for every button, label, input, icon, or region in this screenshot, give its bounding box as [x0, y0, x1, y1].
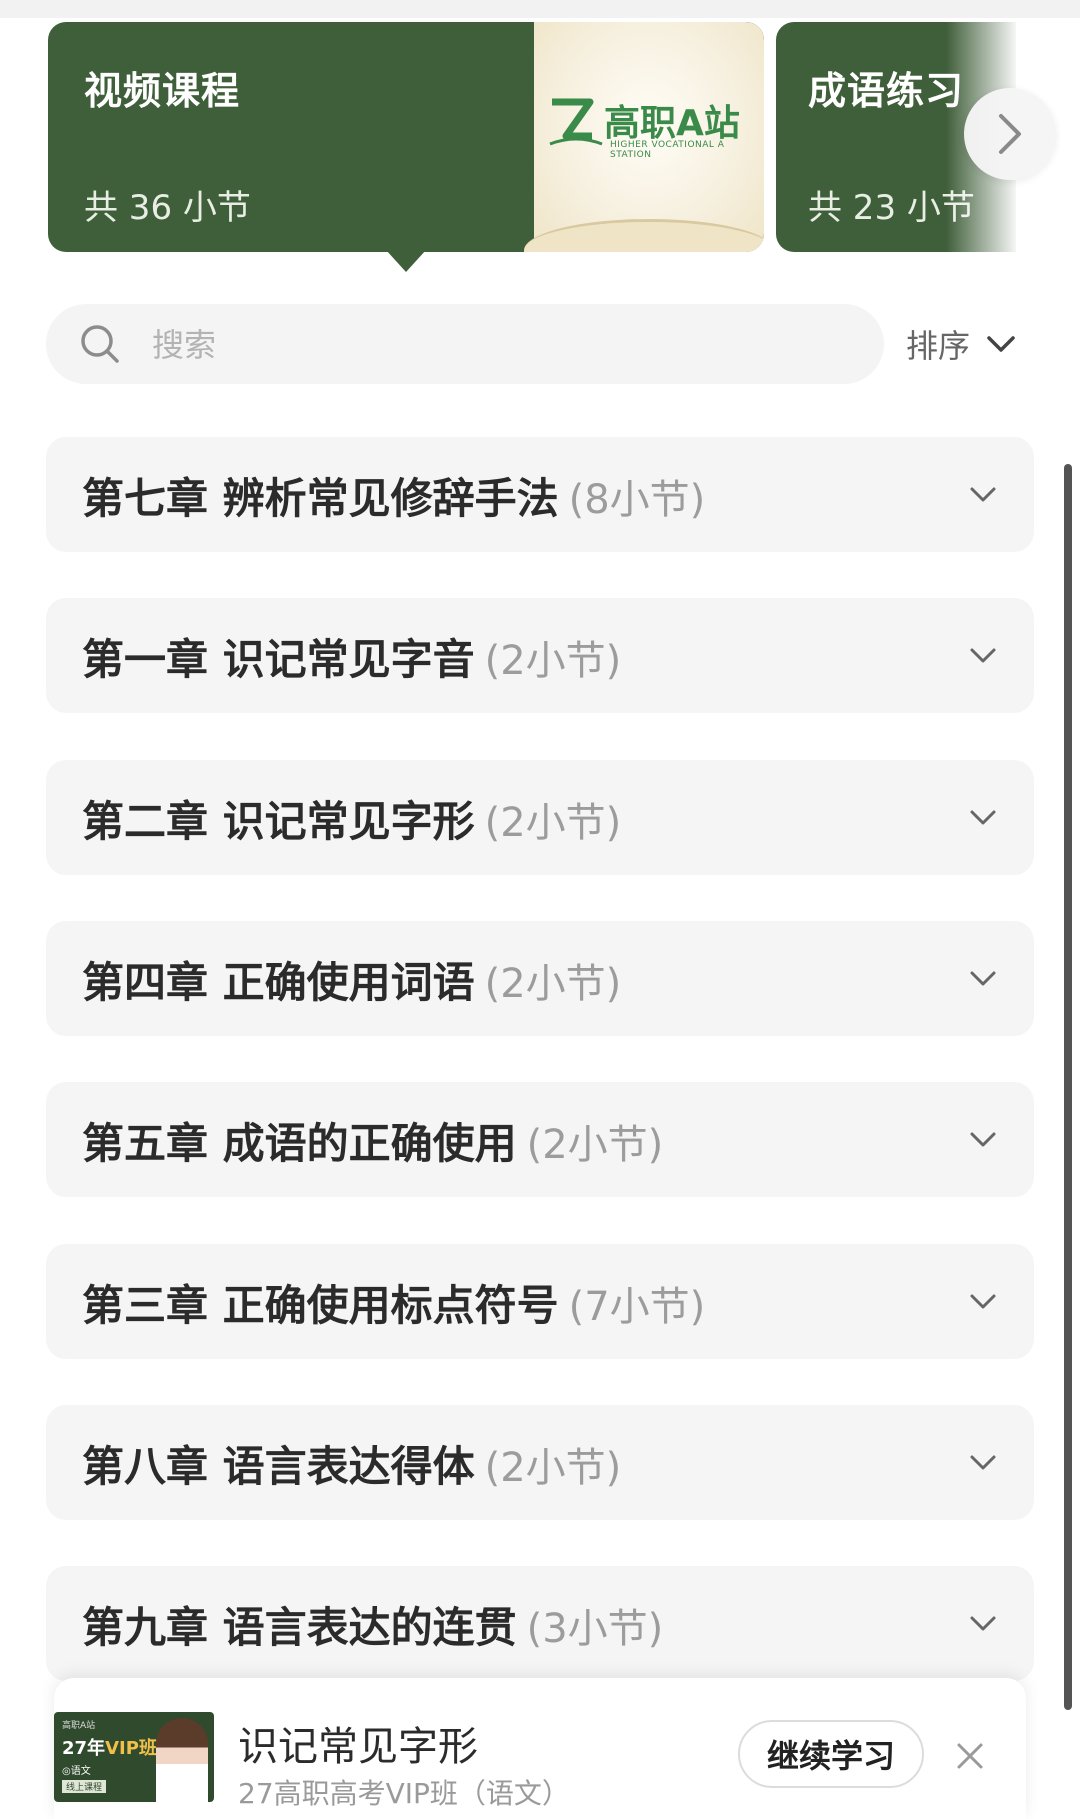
- chapter-item[interactable]: 第八章 语言表达得体 (2小节): [46, 1405, 1034, 1520]
- chapter-item[interactable]: 第三章 正确使用标点符号 (7小节): [46, 1244, 1034, 1359]
- chapter-item[interactable]: 第九章 语言表达的连贯 (3小节): [46, 1566, 1034, 1681]
- card-thumbnail: 高职A站 HIGHER VOCATIONAL A STATION: [524, 22, 764, 252]
- chapter-item[interactable]: 第二章 识记常见字形 (2小节): [46, 760, 1034, 875]
- chevron-down-icon: [970, 1294, 996, 1309]
- chapter-title: 第二章 识记常见字形 (2小节): [82, 797, 622, 846]
- course-card-video[interactable]: 视频课程 共 36 小节 高职A站 HIGHER VOCATIONAL A ST…: [48, 22, 764, 252]
- chapter-count: (2小节): [526, 1122, 664, 1168]
- chevron-right-icon: [999, 114, 1021, 154]
- chevron-down-icon: [970, 487, 996, 502]
- search-bar[interactable]: [46, 304, 884, 384]
- chevron-down-icon: [970, 648, 996, 663]
- chapter-title: 第七章 辨析常见修辞手法 (8小节): [82, 474, 706, 523]
- card-title: 视频课程: [84, 69, 241, 113]
- sort-dropdown[interactable]: 排序: [906, 318, 1016, 370]
- chevron-down-icon: [970, 1455, 996, 1470]
- mini-player-title: 识记常见字形: [238, 1724, 478, 1770]
- brand-logo-icon: [549, 98, 603, 146]
- chevron-down-icon: [970, 1616, 996, 1631]
- chapter-item[interactable]: 第四章 正确使用词语 (2小节): [46, 921, 1034, 1036]
- carousel-next-button[interactable]: [964, 88, 1056, 180]
- chapter-count: (2小节): [484, 638, 622, 684]
- chapter-count: (7小节): [568, 1284, 706, 1330]
- chapter-item[interactable]: 第七章 辨析常见修辞手法 (8小节): [46, 437, 1034, 552]
- mini-player[interactable]: 高职A站 27年VIP班 ◎语文 线上课程 识记常见字形 27高职高考VIP班（…: [54, 1678, 1026, 1819]
- chapter-title: 第五章 成语的正确使用 (2小节): [82, 1119, 664, 1168]
- mini-player-subtitle: 27高职高考VIP班（语文）: [238, 1777, 570, 1810]
- top-status-strip: [0, 0, 1080, 18]
- brand-logo-subtitle: HIGHER VOCATIONAL A STATION: [610, 140, 725, 160]
- continue-learning-button[interactable]: 继续学习: [738, 1720, 924, 1788]
- selected-card-pointer: [386, 250, 426, 272]
- chapter-title: 第九章 语言表达的连贯 (3小节): [82, 1603, 664, 1652]
- chapter-title: 第一章 识记常见字音 (2小节): [82, 635, 622, 684]
- cover-brand: 高职A站: [62, 1721, 96, 1731]
- card-title: 成语练习: [808, 69, 965, 113]
- cover-subject: ◎语文: [62, 1766, 91, 1777]
- chevron-down-icon: [970, 810, 996, 825]
- chapter-item[interactable]: 第一章 识记常见字音 (2小节): [46, 598, 1034, 713]
- search-icon: [81, 325, 119, 363]
- chapter-count: (2小节): [484, 800, 622, 846]
- chapter-count: (2小节): [484, 1445, 622, 1491]
- search-input[interactable]: [150, 318, 854, 372]
- thumbnail-arc: [524, 219, 764, 252]
- sort-label: 排序: [906, 327, 971, 365]
- teacher-photo: [156, 1718, 208, 1802]
- course-cover-thumbnail: 高职A站 27年VIP班 ◎语文 线上课程: [54, 1712, 214, 1802]
- chapter-count: (2小节): [484, 961, 622, 1007]
- chevron-down-icon: [970, 971, 996, 986]
- chevron-down-icon: [970, 1132, 996, 1147]
- chevron-down-icon: [987, 336, 1015, 352]
- chapter-title: 第四章 正确使用词语 (2小节): [82, 958, 622, 1007]
- chapter-title: 第三章 正确使用标点符号 (7小节): [82, 1281, 706, 1330]
- chapter-count: (3小节): [526, 1606, 664, 1652]
- close-icon[interactable]: [954, 1740, 986, 1772]
- cover-tag: 线上课程: [62, 1780, 107, 1793]
- chapter-item[interactable]: 第五章 成语的正确使用 (2小节): [46, 1082, 1034, 1197]
- chapter-title: 第八章 语言表达得体 (2小节): [82, 1442, 622, 1491]
- scrollbar[interactable]: [1064, 464, 1072, 1710]
- chapter-count: (8小节): [568, 477, 706, 523]
- cover-vip-title: 27年VIP班: [62, 1738, 157, 1759]
- brand-logo-text: 高职A站: [604, 103, 740, 144]
- card-count: 共 36 小节: [84, 188, 251, 228]
